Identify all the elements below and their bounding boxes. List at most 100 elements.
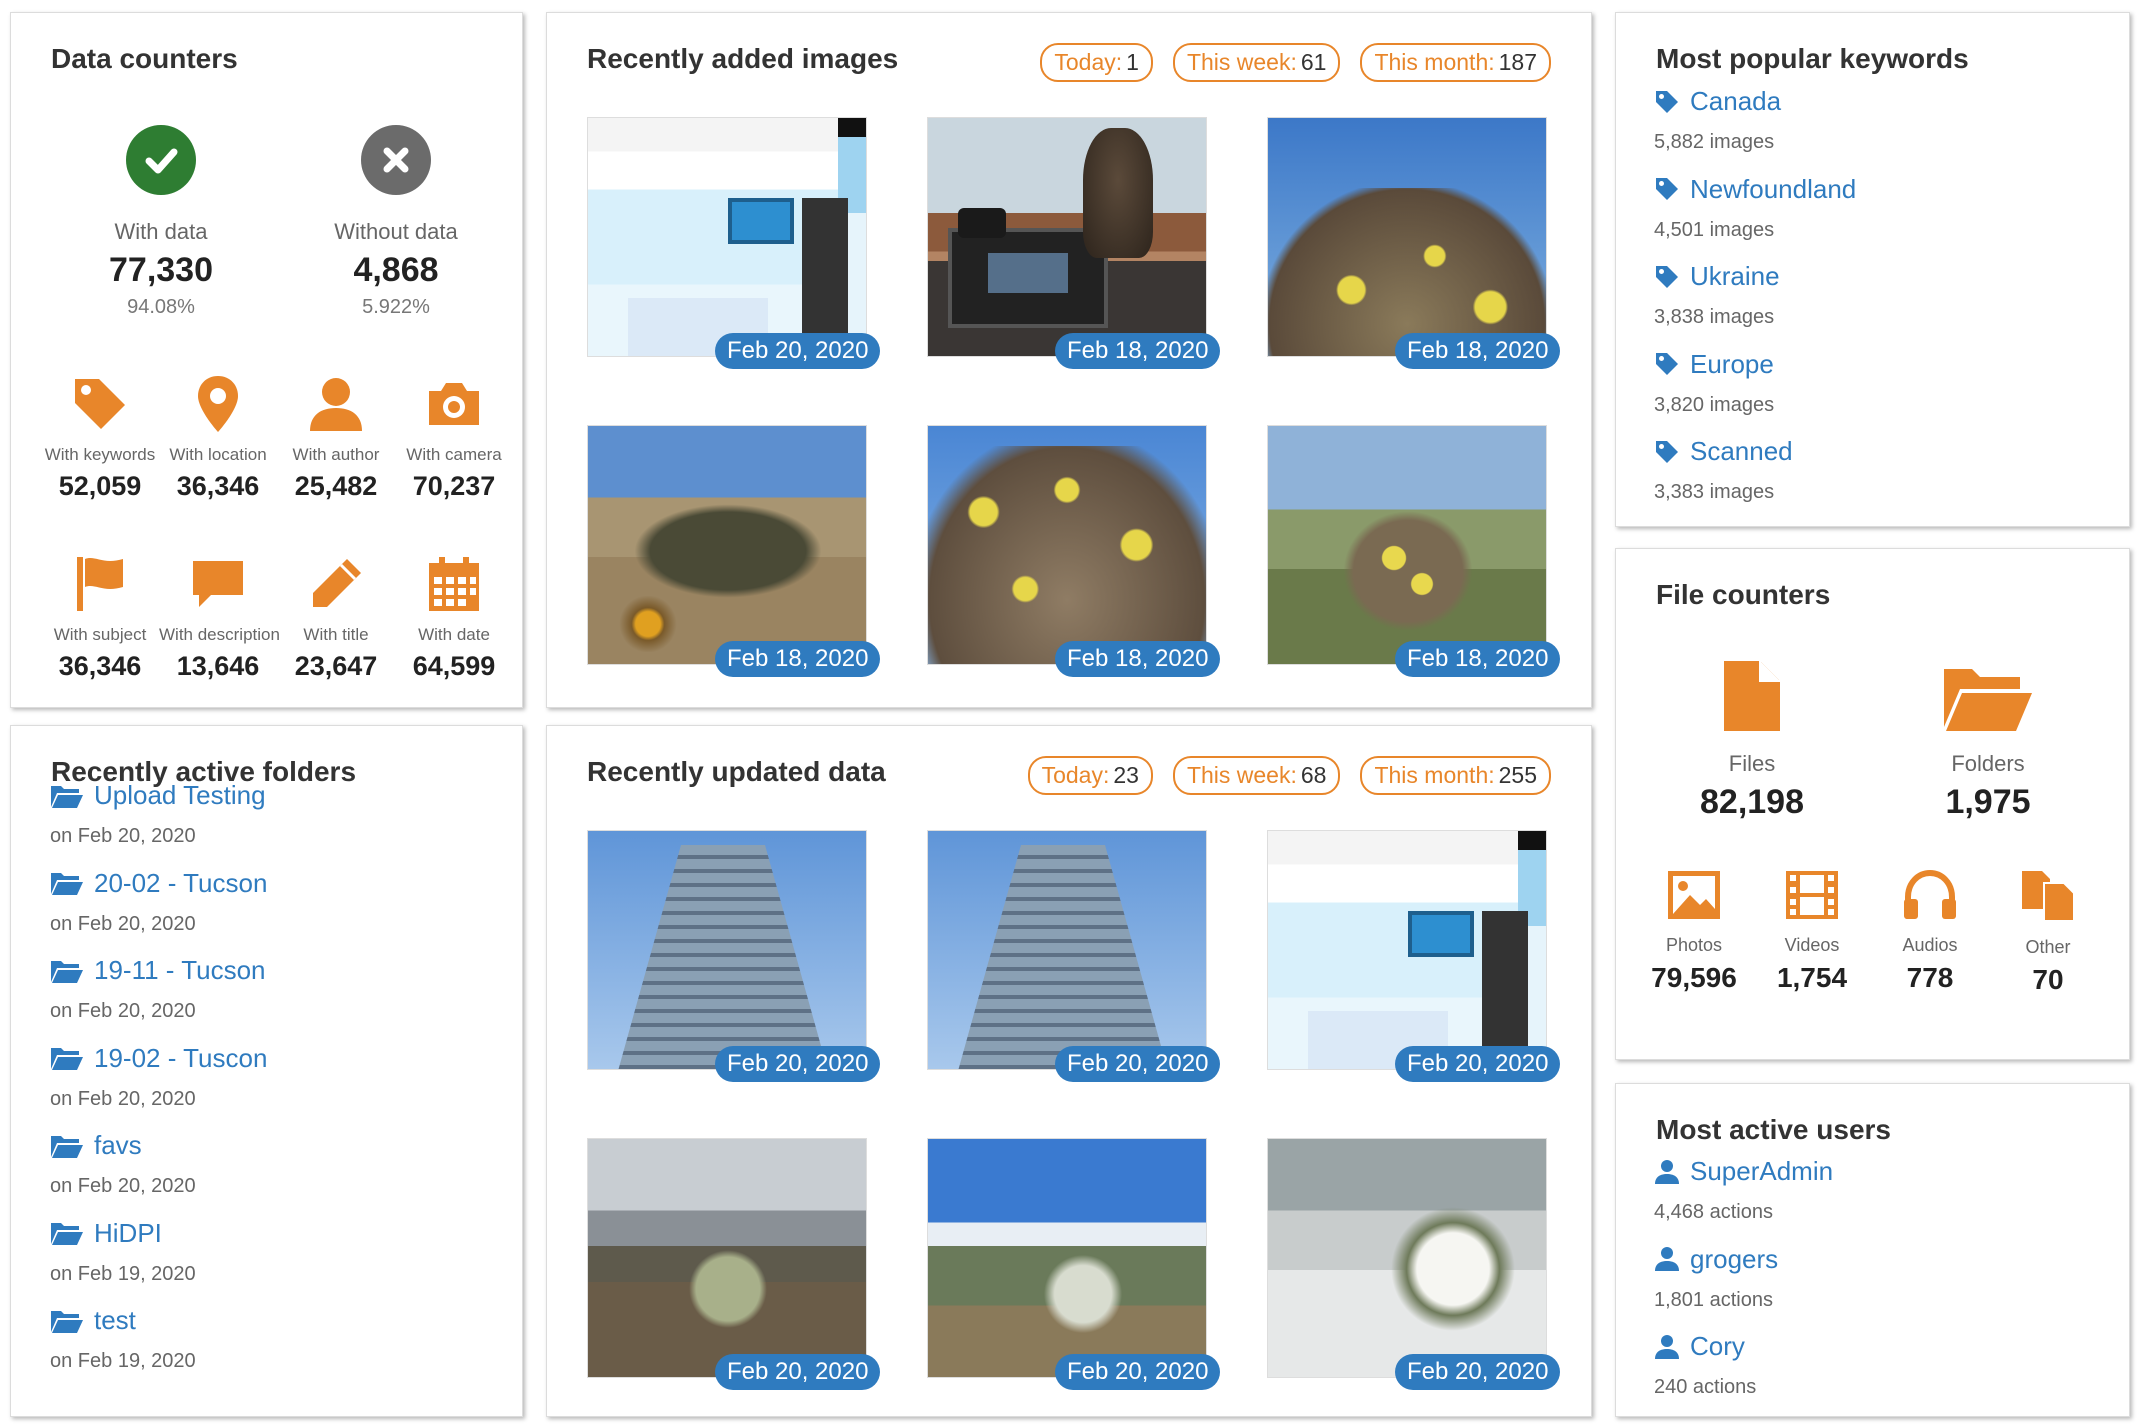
recent-data-title: Recently updated data	[587, 756, 886, 787]
with-location-stat[interactable]: With location 36,346	[159, 373, 277, 502]
pill-label: This month:	[1374, 49, 1495, 75]
thumbnail-date: Feb 20, 2020	[1055, 1046, 1221, 1082]
folders-label: Folders	[1951, 751, 2025, 776]
image-thumbnail[interactable]	[1267, 1138, 1547, 1378]
user-item-name[interactable]: grogers	[1690, 1244, 1778, 1275]
with-data-label: With data	[114, 219, 208, 244]
folder-item-link[interactable]: test	[50, 1305, 196, 1336]
keyword-item-link[interactable]: Europe	[1654, 349, 1774, 380]
folder-item-meta: on Feb 19, 2020	[50, 1262, 196, 1285]
audios-stat[interactable]: Audios 778	[1875, 869, 1985, 994]
camera-icon	[395, 373, 513, 435]
with-keywords-stat[interactable]: With keywords 52,059	[41, 373, 159, 502]
pill-value: 61	[1300, 49, 1327, 75]
folder-item: test on Feb 19, 2020	[50, 1305, 196, 1373]
folder-item-link[interactable]: 19-11 - Tucson	[50, 955, 266, 986]
folder-icon	[50, 1045, 84, 1071]
without-data-label: Without data	[334, 219, 458, 244]
user-item-link[interactable]: SuperAdmin	[1654, 1156, 1833, 1187]
folder-item: favs on Feb 20, 2020	[50, 1130, 196, 1198]
image-thumbnail[interactable]	[587, 1138, 867, 1378]
image-thumbnail[interactable]	[927, 425, 1207, 665]
folder-item-meta: on Feb 20, 2020	[50, 912, 196, 935]
folders-value: 1,975	[1945, 783, 2031, 821]
recent-images-counts: Today: 1 This week: 61 This month: 187	[1040, 43, 1551, 82]
user-item-link[interactable]: grogers	[1654, 1244, 1778, 1275]
image-thumbnail[interactable]	[927, 117, 1207, 357]
keyword-item-link[interactable]: Scanned	[1654, 436, 1793, 467]
keyword-item: Scanned 3,383 images	[1654, 436, 1793, 504]
thumbnail-date: Feb 18, 2020	[1055, 641, 1221, 677]
other-stat[interactable]: Other 70	[1993, 869, 2103, 996]
photos-value: 79,596	[1651, 962, 1737, 993]
user-item-name[interactable]: SuperAdmin	[1690, 1156, 1833, 1187]
user-item-link[interactable]: Cory	[1654, 1331, 1756, 1362]
image-thumbnail[interactable]	[927, 830, 1207, 1070]
keyword-item-name[interactable]: Scanned	[1690, 436, 1793, 467]
month-count-pill[interactable]: This month: 255	[1360, 756, 1551, 795]
image-thumbnail[interactable]	[1267, 830, 1547, 1070]
with-author-stat[interactable]: With author 25,482	[277, 373, 395, 502]
user-item-name[interactable]: Cory	[1690, 1331, 1745, 1362]
with-date-stat[interactable]: With date 64,599	[395, 553, 513, 682]
keyword-item-meta: 5,882 images	[1654, 131, 1775, 153]
folder-item-link[interactable]: HiDPI	[50, 1218, 196, 1249]
check-circle-icon	[126, 125, 196, 195]
folder-item-name[interactable]: Upload Testing	[94, 780, 266, 811]
week-count-pill[interactable]: This week: 61	[1172, 43, 1341, 82]
folder-icon	[50, 958, 84, 984]
with-subject-stat[interactable]: With subject 36,346	[41, 553, 159, 682]
with-data-stat[interactable]: With data 77,330 94.08%	[41, 125, 281, 319]
image-thumbnail[interactable]	[587, 830, 867, 1070]
calendar-icon	[395, 553, 513, 615]
keyword-item-name[interactable]: Newfoundland	[1690, 174, 1856, 205]
files-stat[interactable]: Files 82,198	[1652, 659, 1852, 822]
folder-item-name[interactable]: favs	[94, 1130, 142, 1161]
keyword-item-link[interactable]: Newfoundland	[1654, 174, 1856, 205]
keyword-item-name[interactable]: Canada	[1690, 86, 1781, 117]
files-icon	[1993, 869, 2103, 923]
folder-item-link[interactable]: favs	[50, 1130, 196, 1161]
folder-item-name[interactable]: HiDPI	[94, 1218, 162, 1249]
without-data-stat[interactable]: Without data 4,868 5.922%	[276, 125, 516, 319]
image-thumbnail[interactable]	[587, 117, 867, 357]
keyword-item-name[interactable]: Ukraine	[1690, 261, 1780, 292]
other-value: 70	[2032, 964, 2064, 995]
folder-item-link[interactable]: 20-02 - Tucson	[50, 868, 267, 899]
folder-item: 20-02 - Tucson on Feb 20, 2020	[50, 868, 267, 936]
folder-item-meta: on Feb 19, 2020	[50, 1350, 196, 1372]
keyword-item-name[interactable]: Europe	[1690, 349, 1774, 380]
folder-item-meta: on Feb 20, 2020	[50, 1000, 196, 1022]
videos-stat[interactable]: Videos 1,754	[1757, 869, 1867, 994]
folder-item-link[interactable]: Upload Testing	[50, 780, 266, 811]
stat-value: 13,646	[176, 651, 260, 681]
folder-item-name[interactable]: 19-02 - Tuscon	[94, 1043, 267, 1074]
image-thumbnail[interactable]	[1267, 117, 1547, 357]
month-count-pill[interactable]: This month: 187	[1360, 43, 1551, 82]
week-count-pill[interactable]: This week: 68	[1172, 756, 1341, 795]
folder-item-name[interactable]: 19-11 - Tucson	[94, 955, 266, 986]
today-count-pill[interactable]: Today: 1	[1040, 43, 1153, 82]
pill-label: This week:	[1186, 49, 1297, 75]
user-icon	[1654, 1159, 1680, 1185]
image-thumbnail[interactable]	[927, 1138, 1207, 1378]
photos-stat[interactable]: Photos 79,596	[1639, 869, 1749, 994]
stat-value: 36,346	[176, 471, 260, 501]
today-count-pill[interactable]: Today: 23	[1027, 756, 1153, 795]
image-thumbnail[interactable]	[587, 425, 867, 665]
videos-value: 1,754	[1776, 962, 1848, 993]
with-description-stat[interactable]: With description 13,646	[159, 553, 280, 682]
folder-item-name[interactable]: test	[94, 1305, 136, 1336]
flag-icon	[41, 553, 159, 615]
photos-label: Photos	[1665, 935, 1723, 955]
folders-stat[interactable]: Folders 1,975	[1888, 659, 2088, 822]
with-data-percent: 94.08%	[127, 296, 195, 318]
keyword-item: Ukraine 3,838 images	[1654, 261, 1780, 329]
keyword-item-link[interactable]: Canada	[1654, 86, 1781, 117]
folder-item-link[interactable]: 19-02 - Tuscon	[50, 1043, 267, 1074]
with-camera-stat[interactable]: With camera 70,237	[395, 373, 513, 502]
with-title-stat[interactable]: With title 23,647	[277, 553, 395, 682]
image-thumbnail[interactable]	[1267, 425, 1547, 665]
folder-item-name[interactable]: 20-02 - Tucson	[94, 868, 267, 899]
keyword-item-link[interactable]: Ukraine	[1654, 261, 1780, 292]
